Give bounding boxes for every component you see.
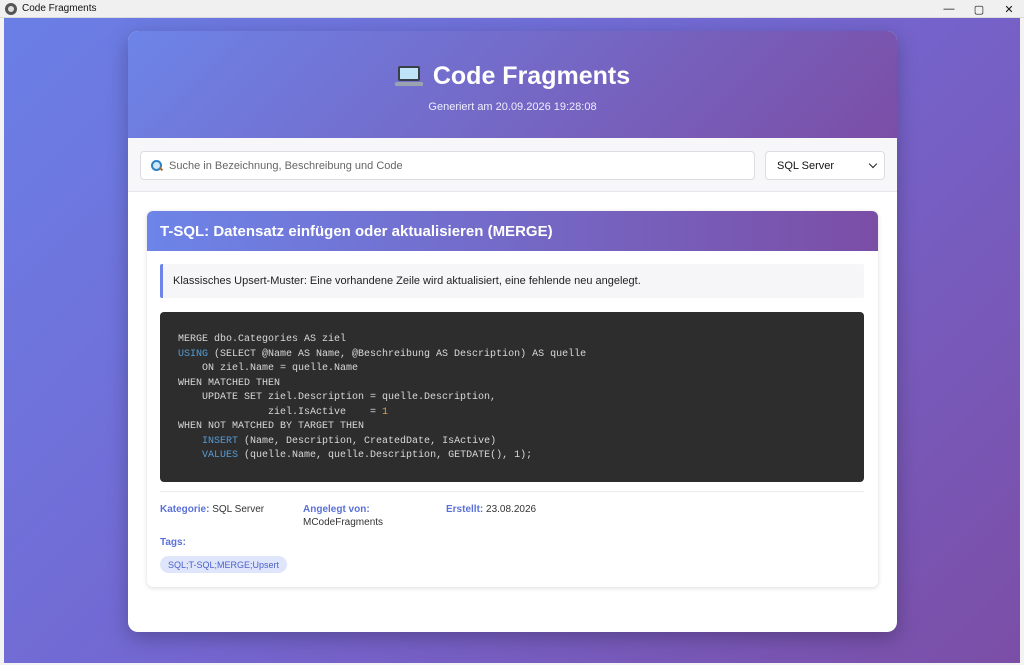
meta-erstellt: Erstellt: 23.08.2026 xyxy=(446,503,536,516)
code-line: ziel.IsActive = 1 xyxy=(178,406,864,421)
meta-kategorie-label: Kategorie: xyxy=(160,504,210,515)
search-box[interactable] xyxy=(140,151,755,180)
code-text: WHEN MATCHED THEN xyxy=(178,377,281,389)
code-block[interactable]: MERGE dbo.Categories AS ziel USING (SELEC… xyxy=(160,312,864,482)
page-viewport: Code Fragments Generiert am 20.09.2026 1… xyxy=(4,18,1020,663)
code-line: ON ziel.Name = quelle.Name xyxy=(178,362,864,377)
meta-kategorie-value: SQL Server xyxy=(212,504,265,515)
code-line: WHEN MATCHED THEN xyxy=(178,377,864,392)
snippet-header: T-SQL: Datensatz einfügen oder aktualisi… xyxy=(147,211,878,251)
meta-erstellt-value: 23.08.2026 xyxy=(486,504,537,515)
page-title-row: Code Fragments xyxy=(394,62,631,91)
code-keyword: VALUES xyxy=(202,450,239,461)
app-icon xyxy=(5,2,17,15)
code-line: MERGE dbo.Categories AS ziel xyxy=(178,333,864,348)
meta-angelegt-label: Angelegt von: xyxy=(303,504,370,515)
code-text: (SELECT @Name AS Name, @Beschreibung AS … xyxy=(208,348,587,360)
filter-toolbar: SQL Server xyxy=(128,138,897,192)
code-keyword: INSERT xyxy=(202,435,239,447)
laptop-icon xyxy=(394,65,423,88)
code-line: INSERT (Name, Description, CreatedDate, … xyxy=(178,435,864,450)
code-text: WHEN NOT MATCHED BY TARGET THEN xyxy=(178,421,365,432)
meta-erstellt-label: Erstellt: xyxy=(446,504,484,515)
code-line: UPDATE SET ziel.Description = quelle.Des… xyxy=(178,391,864,406)
code-text: ON ziel.Name = quelle.Name xyxy=(178,363,359,374)
divider xyxy=(160,491,864,492)
code-text: UPDATE SET ziel.Description = quelle.Des… xyxy=(178,392,497,403)
window-controls: — ▢ ✕ xyxy=(934,0,1024,18)
code-line: USING (SELECT @Name AS Name, @Beschreibu… xyxy=(178,348,864,363)
generated-timestamp: Generiert am 20.09.2026 19:28:08 xyxy=(428,101,597,113)
category-select[interactable]: SQL Server xyxy=(765,151,885,180)
code-number: 1 xyxy=(382,406,389,418)
main-card: Code Fragments Generiert am 20.09.2026 1… xyxy=(128,31,897,632)
window-title: Code Fragments xyxy=(22,3,97,14)
search-icon xyxy=(151,159,163,172)
code-text: MERGE dbo.Categories AS ziel xyxy=(178,334,347,345)
page-title: Code Fragments xyxy=(432,62,631,90)
code-line: WHEN NOT MATCHED BY TARGET THEN xyxy=(178,420,864,435)
page-header: Code Fragments Generiert am 20.09.2026 1… xyxy=(128,31,897,138)
window-titlebar: Code Fragments — ▢ ✕ xyxy=(0,0,1024,18)
close-button[interactable]: ✕ xyxy=(994,0,1024,18)
tags-label: Tags: xyxy=(160,537,186,548)
category-select-value: SQL Server xyxy=(777,159,835,172)
code-text: ziel.IsActive = xyxy=(178,406,383,418)
meta-angelegt-value: MCodeFragments xyxy=(303,517,384,528)
code-text: (quelle.Name, quelle.Description, GETDAT… xyxy=(238,450,533,461)
meta-kategorie: Kategorie: SQL Server xyxy=(160,503,264,516)
meta-angelegt: Angelegt von: MCodeFragments xyxy=(303,503,383,529)
chevron-down-icon xyxy=(868,159,878,169)
tag-badge[interactable]: SQL;T-SQL;MERGE;Upsert xyxy=(160,556,288,573)
maximize-button[interactable]: ▢ xyxy=(964,0,994,18)
snippet-description: Klassisches Upsert-Muster: Eine vorhande… xyxy=(160,264,864,298)
snippet-title: T-SQL: Datensatz einfügen oder aktualisi… xyxy=(160,222,553,240)
snippet-card: T-SQL: Datensatz einfügen oder aktualisi… xyxy=(147,211,878,587)
code-line: VALUES (quelle.Name, quelle.Description,… xyxy=(178,449,864,464)
code-text: (Name, Description, CreatedDate, IsActiv… xyxy=(238,435,497,447)
minimize-button[interactable]: — xyxy=(934,0,964,18)
search-input[interactable] xyxy=(169,159,729,172)
code-keyword: USING xyxy=(178,348,209,360)
